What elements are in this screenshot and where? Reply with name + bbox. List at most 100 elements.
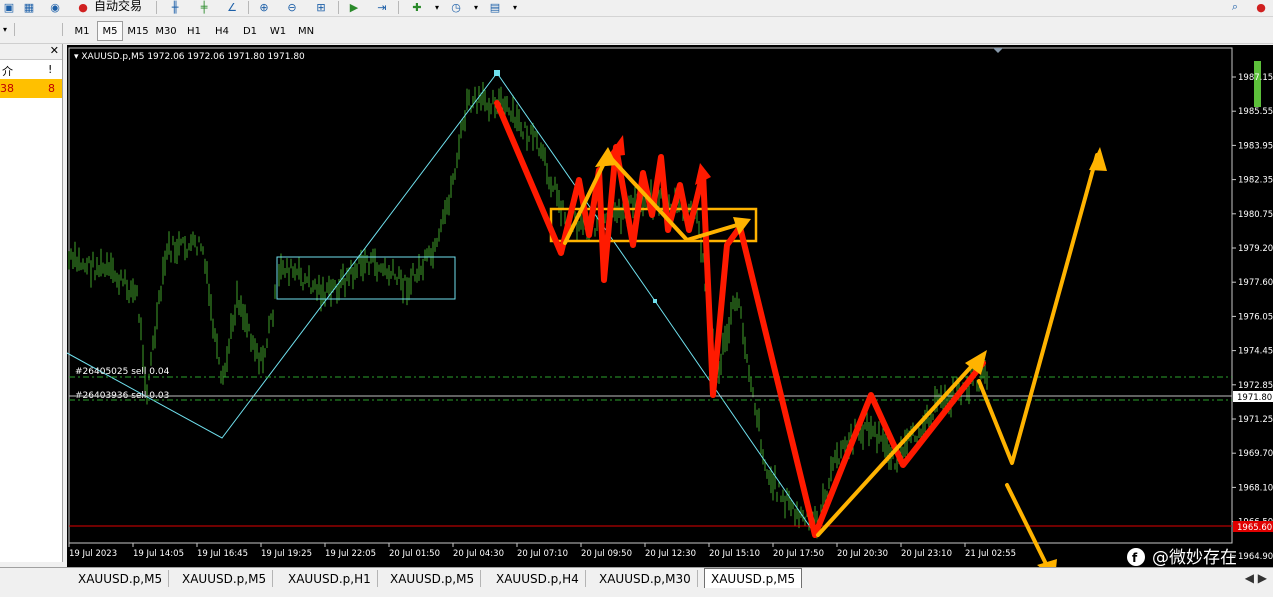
chevron-down-icon[interactable]: ▾ — [467, 0, 485, 14]
chevron-down-icon[interactable]: ▾ — [506, 0, 524, 14]
price-axis: 1987.15 1985.55 1983.95 1982.35 1980.75 1979.… — [1232, 73, 1273, 562]
time-axis-label: 20 Jul 04:30 — [453, 549, 504, 559]
bar-chart-icon[interactable]: ╫ — [166, 0, 184, 14]
time-axis: 19 Jul 2023 19 Jul 14:05 19 Jul 16:45 19 Ju… — [68, 543, 1016, 559]
price-axis-label: 1969.70 — [1238, 449, 1273, 459]
red-path-arrows — [494, 100, 986, 538]
timeframe-m1[interactable]: M1 — [69, 21, 95, 41]
timeframe-m15[interactable]: M15 — [125, 21, 151, 41]
time-axis-label: 19 Jul 19:25 — [261, 549, 312, 559]
time-axis-label: 19 Jul 22:05 — [325, 549, 376, 559]
tab-chart-3[interactable]: XAUUSD.p,H1 — [282, 570, 378, 587]
order-label-1: #26405025 sell 0.04 — [75, 367, 170, 377]
tab-scroll-arrows[interactable]: ◀ ▶ — [1245, 571, 1267, 585]
chevron-down-icon[interactable]: ▾ — [0, 23, 10, 37]
price-axis-label: 1987.15 — [1238, 73, 1273, 83]
periods-clock-icon[interactable]: ◷ — [447, 0, 465, 14]
tab-chart-6[interactable]: XAUUSD.p,M30 — [593, 570, 698, 587]
facebook-letter: f — [1132, 551, 1138, 565]
price-axis-label: 1982.35 — [1238, 176, 1273, 186]
row-value-2: 8 — [48, 82, 55, 95]
close-icon[interactable]: ✕ — [50, 44, 59, 57]
search-icon[interactable]: ⌕ — [1226, 0, 1244, 14]
chart-window[interactable]: ▾ XAUUSD.p,M5 1972.06 1972.06 1971.80 19… — [66, 45, 1273, 579]
chart-shift-marker[interactable] — [993, 48, 1003, 53]
watermark: f @微妙存在 — [1127, 548, 1237, 568]
time-axis-label: 20 Jul 23:10 — [901, 549, 952, 559]
indicators-icon[interactable]: ✚ — [408, 0, 426, 14]
price-axis-label: 1972.85 — [1238, 381, 1273, 391]
time-axis-label: 19 Jul 16:45 — [197, 549, 248, 559]
tab-chart-7[interactable]: XAUUSD.p,M5 — [704, 568, 803, 588]
row-value-1: 38 — [0, 82, 14, 95]
price-chart[interactable]: ▾ XAUUSD.p,M5 1972.06 1972.06 1971.80 19… — [66, 45, 1273, 579]
time-axis-label: 19 Jul 2023 — [69, 549, 117, 559]
templates-icon[interactable]: ▤ — [486, 0, 504, 14]
timeframe-d1[interactable]: D1 — [237, 21, 263, 41]
time-axis-label: 19 Jul 14:05 — [133, 549, 184, 559]
chevron-down-icon[interactable]: ▾ — [428, 0, 446, 14]
price-axis-label: 1977.60 — [1238, 278, 1273, 288]
tab-chart-5[interactable]: XAUUSD.p,H4 — [490, 570, 586, 587]
zigzag-point — [494, 70, 500, 76]
data-window-icon[interactable]: ▦ — [20, 0, 38, 14]
time-axis-label: 20 Jul 20:30 — [837, 549, 888, 559]
timeframe-h4[interactable]: H4 — [209, 21, 235, 41]
price-axis-label: 1971.25 — [1238, 415, 1273, 425]
chart-tabs: XAUUSD.p,M5 XAUUSD.p,M5 XAUUSD.p,H1 XAUU… — [0, 567, 1273, 597]
price-axis-label: 1968.10 — [1238, 483, 1273, 493]
price-axis-label: 1976.05 — [1238, 312, 1273, 322]
chart-header: ▾ XAUUSD.p,M5 1972.06 1972.06 1971.80 19… — [74, 52, 305, 62]
time-axis-label: 20 Jul 12:30 — [645, 549, 696, 559]
price-axis-label: 1964.90 — [1238, 552, 1273, 562]
price-axis-label: 1983.95 — [1238, 141, 1273, 151]
list-item[interactable]: 38 8 — [0, 79, 62, 98]
zoom-out-icon[interactable]: ⊖ — [283, 0, 301, 14]
zoom-in-icon[interactable]: ⊕ — [255, 0, 273, 14]
time-axis-label: 20 Jul 07:10 — [517, 549, 568, 559]
zigzag-point — [653, 299, 657, 303]
time-axis-label: 20 Jul 17:50 — [773, 549, 824, 559]
range-box — [276, 256, 456, 300]
notification-icon[interactable]: ● — [1252, 0, 1270, 14]
market-watch-panel: ✕ 介 ! 38 8 — [0, 44, 63, 562]
tile-windows-icon[interactable]: ⊞ — [312, 0, 330, 14]
autotrade-icon[interactable]: ● — [74, 0, 92, 14]
autotrade-label[interactable]: 自动交易 — [94, 0, 142, 14]
tab-chart-4[interactable]: XAUUSD.p,M5 — [384, 570, 482, 587]
main-toolbar: ▣ ▦ ◉ ● 自动交易 ╫ ╪ ∠ ⊕ ⊖ ⊞ ▶ ⇥ ✚ ▾ ◷ ▾ ▤ ▾… — [0, 0, 1273, 17]
scroll-indicator — [1254, 61, 1261, 107]
timeframe-h1[interactable]: H1 — [181, 21, 207, 41]
column-header-2: ! — [48, 63, 53, 76]
timeframe-w1[interactable]: W1 — [265, 21, 291, 41]
red-line-price-label: 1965.60 — [1237, 523, 1272, 533]
line-chart-icon[interactable]: ∠ — [223, 0, 241, 14]
zigzag-line — [66, 72, 818, 538]
time-axis-label: 20 Jul 09:50 — [581, 549, 632, 559]
time-axis-label: 20 Jul 01:50 — [389, 549, 440, 559]
watermark-text: @微妙存在 — [1152, 548, 1237, 567]
current-price-label: 1971.80 — [1237, 393, 1272, 403]
panel-header: ✕ — [0, 44, 62, 60]
tab-chart-1[interactable]: XAUUSD.p,M5 — [72, 570, 170, 587]
timeframe-m5[interactable]: M5 — [97, 21, 123, 41]
navigator-icon[interactable]: ◉ — [46, 0, 64, 14]
candlestick-icon[interactable]: ╪ — [195, 0, 213, 14]
yellow-path-arrows — [563, 153, 1099, 572]
price-axis-label: 1985.55 — [1238, 107, 1273, 117]
timeframe-m30[interactable]: M30 — [153, 21, 179, 41]
price-axis-label: 1980.75 — [1238, 210, 1273, 220]
timeframe-bar: ▾ M1 M5 M15 M30 H1 H4 D1 W1 MN — [0, 17, 1273, 44]
price-axis-label: 1974.45 — [1238, 347, 1273, 357]
chart-icon[interactable]: ▣ — [0, 0, 18, 14]
column-header-1: 介 — [2, 65, 13, 78]
price-bars — [68, 81, 988, 539]
time-axis-label: 21 Jul 02:55 — [965, 549, 1016, 559]
time-axis-label: 20 Jul 15:10 — [709, 549, 760, 559]
timeframe-mn[interactable]: MN — [293, 21, 319, 41]
chart-shift-icon[interactable]: ⇥ — [373, 0, 391, 14]
price-axis-label: 1979.20 — [1238, 244, 1273, 254]
autoscroll-icon[interactable]: ▶ — [345, 0, 363, 14]
tab-chart-2[interactable]: XAUUSD.p,M5 — [176, 570, 274, 587]
panel-column-header: 介 ! — [0, 60, 62, 79]
